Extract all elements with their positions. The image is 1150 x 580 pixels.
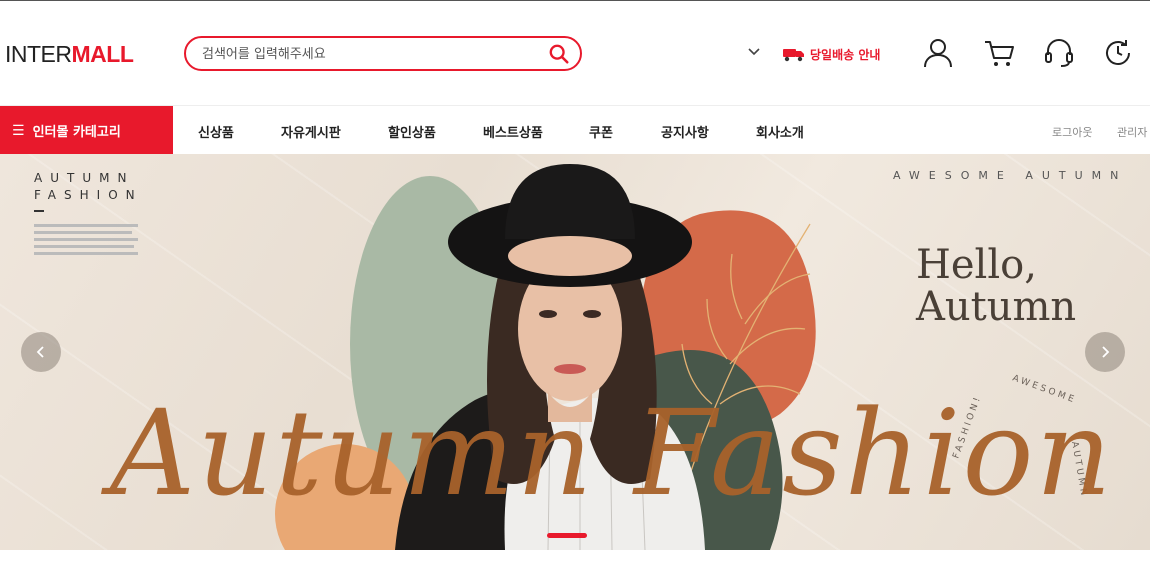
- search-icon[interactable]: [548, 43, 570, 65]
- hat-crown: [505, 164, 635, 239]
- cart-icon[interactable]: [983, 37, 1015, 69]
- category-label: 인터몰 카테고리: [32, 125, 121, 140]
- delivery-info-link[interactable]: 당일배송 안내: [782, 45, 880, 63]
- delivery-label: 당일배송 안내: [810, 47, 881, 62]
- chevron-left-icon: [36, 346, 44, 358]
- bottom-spacer: [0, 550, 1150, 580]
- top-right-caption: AWESOME AUTUMN: [893, 169, 1128, 182]
- hello-line1: Hello,: [916, 242, 1037, 288]
- page: INTERMALL 당일배송 안내: [0, 0, 1150, 580]
- prev-slide-button[interactable]: [21, 332, 61, 372]
- user-icon[interactable]: [922, 37, 954, 69]
- left-title-line2: FASHION: [34, 188, 143, 202]
- script-title: Autumn Fashion: [110, 384, 1114, 522]
- left-title-line1: AUTUMN: [34, 171, 135, 185]
- slide-indicator-active[interactable]: [547, 533, 587, 538]
- menu-icon: ☰: [12, 122, 25, 139]
- eye-left: [539, 310, 557, 318]
- chevron-down-icon[interactable]: [747, 47, 761, 57]
- lips: [554, 364, 586, 374]
- next-slide-button[interactable]: [1085, 332, 1125, 372]
- nav-item-notices[interactable]: 공지사항: [661, 122, 709, 141]
- left-title-divider: [34, 210, 44, 212]
- logout-link[interactable]: 로그아웃: [1052, 124, 1092, 140]
- search-bar: [184, 36, 582, 71]
- nav-item-sale-products[interactable]: 할인상품: [388, 122, 436, 141]
- header: INTERMALL 당일배송 안내: [0, 1, 1150, 105]
- hello-autumn-title: Hello, Autumn: [916, 244, 1076, 328]
- category-menu-button[interactable]: ☰ 인터몰 카테고리: [0, 106, 173, 155]
- left-title: AUTUMN FASHION: [34, 170, 143, 204]
- eye-right: [583, 310, 601, 318]
- forehead: [508, 236, 632, 276]
- main-nav: ☰ 인터몰 카테고리 신상품 자유게시판 할인상품 베스트상품 쿠폰 공지사항 …: [0, 105, 1150, 155]
- left-fine-print: [34, 224, 144, 259]
- chevron-right-icon: [1102, 346, 1110, 358]
- truck-icon: [783, 49, 804, 62]
- nav-item-new-products[interactable]: 신상품: [198, 122, 234, 141]
- nav-item-coupon[interactable]: 쿠폰: [589, 122, 613, 141]
- admin-link[interactable]: 관리자: [1117, 124, 1147, 140]
- hero-banner[interactable]: AWESOME AUTUMN FASHION! AUTUMN FASHION A…: [0, 154, 1150, 550]
- headset-icon[interactable]: [1043, 37, 1075, 69]
- nav-item-best-products[interactable]: 베스트상품: [483, 122, 543, 141]
- logo-prefix: INTER: [5, 41, 72, 67]
- history-icon[interactable]: [1102, 37, 1134, 69]
- search-input[interactable]: [202, 44, 532, 64]
- nav-item-company-info[interactable]: 회사소개: [756, 122, 804, 141]
- logo[interactable]: INTERMALL: [5, 41, 134, 68]
- logo-suffix: MALL: [71, 41, 134, 67]
- nav-item-free-board[interactable]: 자유게시판: [281, 122, 341, 141]
- hello-line2: Autumn: [916, 284, 1077, 330]
